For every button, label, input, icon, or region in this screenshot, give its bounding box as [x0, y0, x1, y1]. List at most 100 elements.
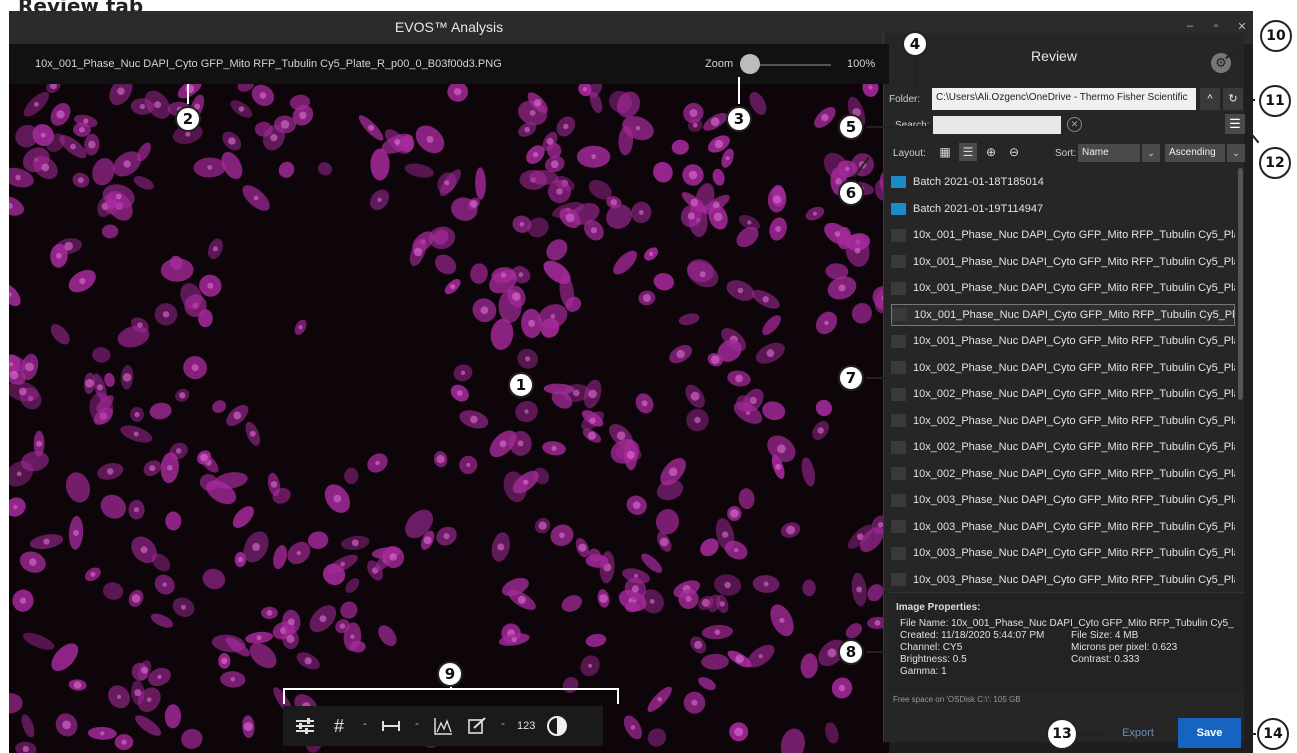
cell-nucleus	[565, 213, 575, 223]
save-button[interactable]: Save	[1178, 718, 1241, 748]
clear-search-icon[interactable]: ✕	[1067, 117, 1082, 132]
cell-nucleus	[319, 615, 327, 623]
menu-icon[interactable]: ☰	[1225, 114, 1245, 134]
callout-line	[866, 126, 932, 128]
cell-nucleus	[710, 355, 720, 365]
prop-file-name: File Name: 10x_001_Phase_Nuc DAPI_Cyto G…	[900, 618, 1234, 629]
cell-shape	[656, 479, 684, 501]
close-icon[interactable]: ✕	[1237, 20, 1247, 33]
cell-nucleus	[140, 546, 148, 554]
callout-line	[866, 651, 888, 653]
cell-nucleus	[690, 198, 698, 207]
file-item[interactable]: 10x_001_Phase_Nuc DAPI_Cyto GFP_Mito RFP…	[891, 277, 1235, 299]
callout-line	[915, 59, 917, 89]
grid-hash-icon[interactable]: #	[327, 714, 351, 738]
folder-item[interactable]: Batch 2021-01-19T114947	[891, 198, 1235, 220]
file-item[interactable]: 10x_003_Phase_Nuc DAPI_Cyto GFP_Mito RFP…	[891, 569, 1235, 591]
cell-nucleus	[134, 411, 140, 418]
file-item[interactable]: 10x_003_Phase_Nuc DAPI_Cyto GFP_Mito RFP…	[891, 489, 1235, 511]
file-item[interactable]: 10x_002_Phase_Nuc DAPI_Cyto GFP_Mito RFP…	[891, 436, 1235, 458]
cell-shape	[738, 488, 755, 510]
file-item[interactable]: 10x_003_Phase_Nuc DAPI_Cyto GFP_Mito RFP…	[891, 516, 1235, 538]
file-item[interactable]: 10x_001_Phase_Nuc DAPI_Cyto GFP_Mito RFP…	[891, 224, 1235, 246]
grid-layout-icon[interactable]: ▦	[936, 143, 954, 161]
folder-row: Folder:	[889, 88, 920, 110]
file-list-scrollbar[interactable]	[1238, 168, 1243, 400]
cell-nucleus	[480, 306, 489, 315]
measure-caret-icon[interactable]: ⌃	[413, 722, 421, 731]
cell-shape	[653, 161, 673, 183]
file-item[interactable]: 10x_002_Phase_Nuc DAPI_Cyto GFP_Mito RFP…	[891, 410, 1235, 432]
cell-nucleus	[443, 533, 450, 540]
cell-nucleus	[689, 109, 698, 117]
cell-nucleus	[423, 536, 432, 545]
zoom-in-icon[interactable]: ⊕	[982, 143, 1000, 161]
cell-shape	[401, 134, 415, 153]
file-item[interactable]: 10x_001_Phase_Nuc DAPI_Cyto GFP_Mito RFP…	[891, 303, 1235, 326]
cell-nucleus	[812, 211, 817, 216]
file-item[interactable]: 10x_001_Phase_Nuc DAPI_Cyto GFP_Mito RFP…	[891, 330, 1235, 352]
contrast-icon[interactable]	[545, 714, 569, 738]
file-item-label: Batch 2021-01-19T114947	[913, 202, 1044, 215]
restore-icon[interactable]: ▫	[1211, 20, 1221, 33]
cell-shape	[101, 224, 119, 239]
cell-nucleus	[56, 252, 62, 259]
cell-shape	[165, 511, 182, 531]
file-item[interactable]: 10x_003_Phase_Nuc DAPI_Cyto GFP_Mito RFP…	[891, 542, 1235, 564]
cell-shape	[801, 457, 816, 487]
annotate-edit-icon[interactable]	[465, 714, 489, 738]
sort-by-chevron-icon[interactable]: ⌄	[1142, 144, 1160, 162]
export-button[interactable]: Export	[1108, 718, 1168, 748]
cell-shape	[585, 633, 607, 647]
file-item[interactable]: 10x_002_Phase_Nuc DAPI_Cyto GFP_Mito RFP…	[891, 357, 1235, 379]
cell-nucleus	[436, 455, 445, 464]
measure-ruler-icon[interactable]	[379, 714, 403, 738]
cell-nucleus	[22, 745, 29, 753]
cell-shape	[825, 722, 839, 744]
histogram-icon[interactable]	[431, 714, 455, 738]
zoom-out-icon[interactable]: ⊖	[1005, 143, 1023, 161]
sort-order-select[interactable]: Ascending	[1165, 144, 1225, 162]
search-input[interactable]	[933, 116, 1061, 134]
list-layout-icon[interactable]: ☰	[959, 143, 977, 161]
number-label-button[interactable]: 123	[517, 720, 535, 732]
file-item[interactable]: 10x_002_Phase_Nuc DAPI_Cyto GFP_Mito RFP…	[891, 463, 1235, 485]
image-viewer[interactable]: 10x_001_Phase_Nuc DAPI_Cyto GFP_Mito RFP…	[9, 44, 889, 753]
cell-nucleus	[635, 125, 641, 131]
cell-nucleus	[470, 415, 478, 424]
annotate-caret-icon[interactable]: ⌃	[499, 722, 507, 731]
cell-nucleus	[115, 193, 122, 200]
folder-path-field[interactable]: C:\Users\Ali.Ozgenc\OneDrive - Thermo Fi…	[932, 88, 1196, 110]
minimize-icon[interactable]: –	[1185, 20, 1195, 33]
cell-nucleus	[389, 553, 398, 561]
cell-nucleus	[714, 629, 721, 635]
cell-nucleus	[649, 251, 654, 257]
cell-nucleus	[634, 573, 638, 578]
sort-by-select[interactable]: Name	[1078, 144, 1140, 162]
cell-nucleus	[116, 694, 122, 699]
image-thumbnail-icon	[891, 334, 906, 348]
fluorescence-image[interactable]	[9, 84, 889, 753]
cell-nucleus	[724, 581, 731, 589]
refresh-icon[interactable]: ↻	[1223, 88, 1243, 110]
cell-nucleus	[631, 585, 640, 593]
cell-nucleus	[687, 212, 695, 220]
folder-up-button[interactable]: ^	[1200, 88, 1220, 110]
cell-shape	[378, 625, 397, 647]
sort-order-chevron-icon[interactable]: ⌄	[1227, 144, 1245, 162]
cell-nucleus	[221, 657, 228, 665]
cell-nucleus	[40, 132, 46, 138]
grid-caret-icon[interactable]: ⌃	[361, 722, 369, 731]
folder-item[interactable]: Batch 2021-01-18T185014	[891, 171, 1235, 193]
cell-shape	[475, 167, 486, 200]
cell-nucleus	[827, 648, 837, 658]
zoom-label: Zoom	[705, 58, 734, 70]
callout-6: 6	[838, 180, 864, 206]
file-item[interactable]: 10x_001_Phase_Nuc DAPI_Cyto GFP_Mito RFP…	[891, 251, 1235, 273]
cell-nucleus	[252, 542, 261, 551]
folder-icon	[891, 176, 906, 188]
file-item[interactable]: 10x_002_Phase_Nuc DAPI_Cyto GFP_Mito RFP…	[891, 383, 1235, 405]
adjust-sliders-icon[interactable]	[293, 714, 317, 738]
zoom-slider-thumb[interactable]	[740, 54, 760, 74]
file-item-label: 10x_001_Phase_Nuc DAPI_Cyto GFP_Mito RFP…	[913, 335, 1235, 347]
